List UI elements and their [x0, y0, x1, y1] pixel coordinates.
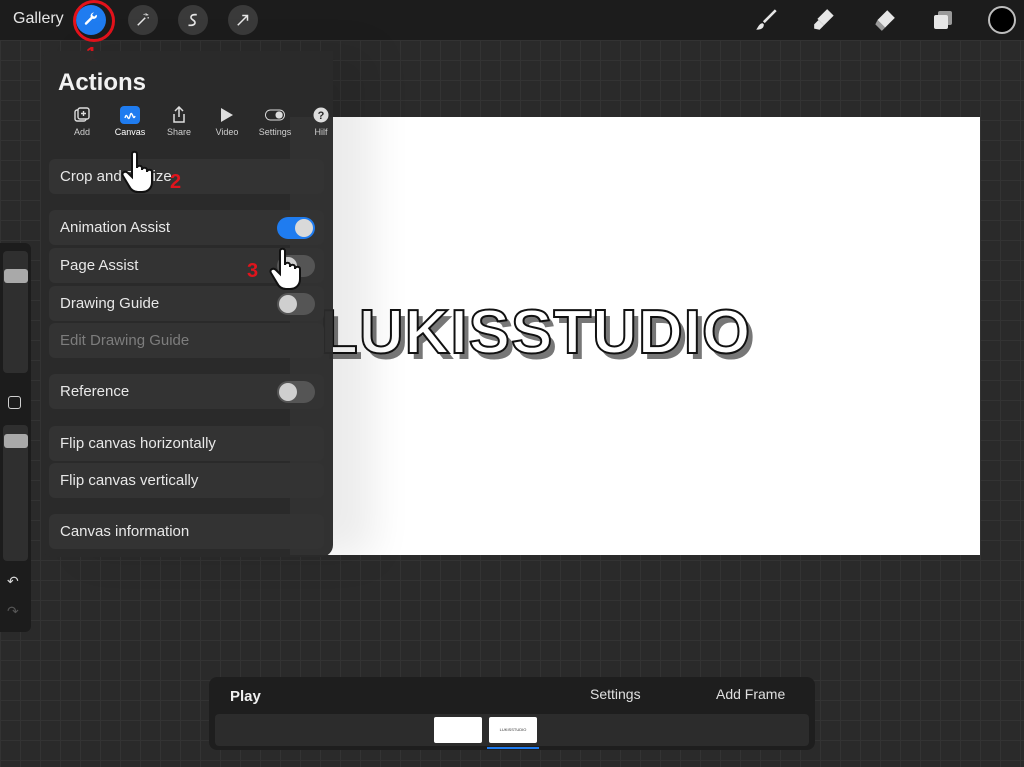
hand-pointer-icon — [269, 247, 301, 290]
crop-resize-row[interactable]: Crop and Resize — [49, 159, 324, 194]
adjustments-button[interactable] — [128, 5, 158, 35]
reference-row: Reference — [49, 374, 324, 409]
reference-label: Reference — [60, 383, 130, 400]
selection-button[interactable] — [178, 5, 208, 35]
undo-icon[interactable]: ↶ — [7, 573, 19, 590]
flip-vertical-row[interactable]: Flip canvas vertically — [49, 463, 324, 498]
active-frame-indicator — [487, 747, 539, 749]
eraser-icon — [875, 10, 895, 31]
layers-button[interactable] — [929, 6, 957, 34]
drawing-guide-row: Drawing Guide — [49, 286, 324, 321]
tab-settings[interactable]: Settings — [253, 106, 297, 137]
add-icon — [72, 106, 92, 124]
frame-thumbnail[interactable] — [434, 717, 482, 743]
canvas-information-label: Canvas information — [60, 523, 190, 540]
flip-vertical-label: Flip canvas vertically — [60, 472, 199, 489]
drawing-canvas[interactable]: LUKISSTUDIO — [290, 117, 980, 555]
edit-drawing-guide-label: Edit Drawing Guide — [60, 332, 190, 349]
magic-wand-icon — [137, 13, 149, 26]
step-number-2: 2 — [170, 171, 182, 193]
tab-share[interactable]: Share — [157, 106, 201, 137]
smudge-icon — [814, 9, 834, 30]
tab-canvas[interactable]: Canvas — [108, 106, 152, 137]
layers-icon — [934, 11, 952, 29]
hand-pointer-icon — [121, 150, 153, 193]
eraser-button[interactable] — [870, 6, 898, 34]
top-toolbar: Gallery — [0, 0, 1024, 42]
svg-text:?: ? — [318, 110, 325, 122]
panel-title: Actions — [58, 69, 147, 96]
gallery-button[interactable]: Gallery — [13, 10, 64, 28]
tab-video[interactable]: Video — [205, 106, 249, 137]
drawing-guide-label: Drawing Guide — [60, 295, 160, 312]
settings-toggle-icon — [265, 106, 285, 124]
canvas-information-row[interactable]: Canvas information — [49, 514, 324, 549]
share-icon — [169, 106, 189, 124]
actions-panel: Actions Add Canvas Share Video Settings … — [41, 51, 333, 557]
tab-help[interactable]: ? Hilf — [299, 106, 333, 137]
transform-button[interactable] — [228, 5, 258, 35]
smudge-button[interactable] — [811, 6, 839, 34]
arrow-cursor-icon — [237, 14, 249, 26]
frame-strip: LUKISSTUDIO — [215, 714, 809, 746]
animation-assist-row: Animation Assist — [49, 210, 324, 245]
highlight-ring — [73, 0, 115, 42]
brush-icon — [756, 9, 777, 30]
canvas-icon — [120, 106, 140, 124]
play-button[interactable]: Play — [230, 688, 261, 705]
redo-icon[interactable]: ↷ — [7, 603, 19, 620]
opacity-thumb[interactable] — [4, 434, 28, 448]
drawing-guide-toggle[interactable] — [277, 293, 315, 315]
edit-drawing-guide-row: Edit Drawing Guide — [49, 323, 324, 358]
brush-sidebar: ↶ ↷ — [0, 243, 31, 632]
reference-toggle[interactable] — [277, 381, 315, 403]
canvas-artwork-text: LUKISSTUDIO — [319, 297, 752, 368]
brush-size-thumb[interactable] — [4, 269, 28, 283]
animation-assist-label: Animation Assist — [60, 219, 171, 236]
flip-horizontal-label: Flip canvas horizontally — [60, 435, 216, 452]
modify-button[interactable] — [8, 396, 21, 409]
animation-assist-toggle[interactable] — [277, 217, 315, 239]
brush-button[interactable] — [752, 6, 780, 34]
timeline-settings-button[interactable]: Settings — [590, 686, 641, 702]
video-icon — [217, 106, 237, 124]
tab-add[interactable]: Add — [60, 106, 104, 137]
page-assist-label: Page Assist — [60, 257, 139, 274]
s-curve-icon — [188, 13, 197, 27]
frame-thumbnail[interactable]: LUKISSTUDIO — [489, 717, 537, 743]
flip-horizontal-row[interactable]: Flip canvas horizontally — [49, 426, 324, 461]
animation-timeline: Play Settings Add Frame LUKISSTUDIO — [209, 677, 815, 750]
step-number-3: 3 — [247, 260, 259, 282]
add-frame-button[interactable]: Add Frame — [716, 686, 785, 702]
help-icon: ? — [311, 106, 331, 124]
color-picker[interactable] — [988, 6, 1016, 34]
